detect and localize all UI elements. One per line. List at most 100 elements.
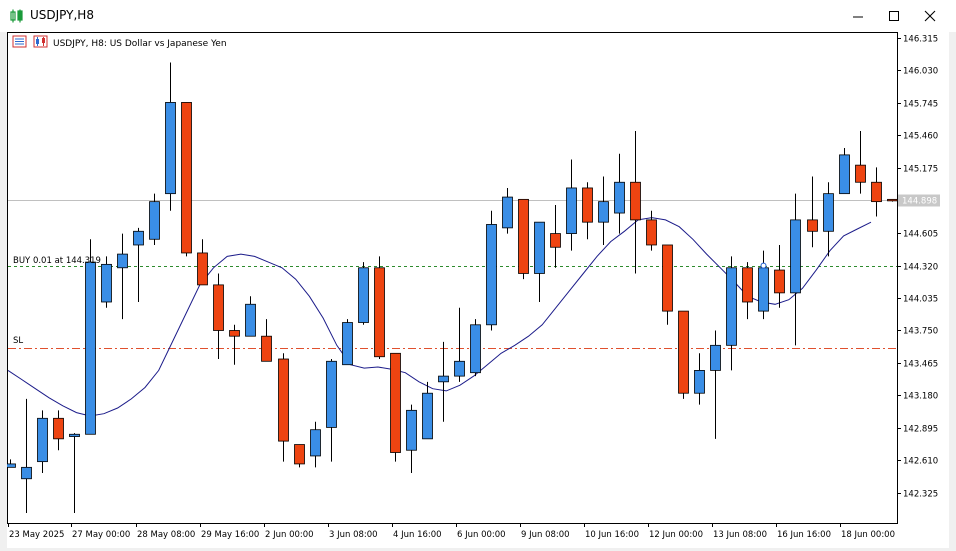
bull-candle-body: [839, 154, 850, 195]
bull-candle-body: [149, 201, 160, 240]
order-label: BUY 0.01 at 144.319: [13, 256, 101, 266]
price-tick-label: 142.610: [903, 457, 938, 467]
price-tick-label: 146.315: [903, 35, 938, 45]
bull-candle-body: [358, 267, 369, 323]
bull-candle-body: [165, 102, 176, 195]
candle[interactable]: [358, 262, 369, 325]
price-scale[interactable]: 146.315 146.030 145.745 145.460 145.175 144.6…: [897, 35, 938, 500]
chart-canvas[interactable]: 146.315 146.030 145.745 145.460 145.175 144.6…: [7, 32, 949, 548]
candle[interactable]: [294, 444, 305, 468]
bear-candle-body: [630, 181, 641, 221]
chart-type-icon: [33, 35, 48, 48]
maximize-button[interactable]: [876, 0, 912, 32]
bear-candle-body: [807, 219, 818, 232]
bull-candle-body: [406, 409, 417, 451]
chart-header-text: USDJPY, H8: US Dollar vs Japanese Yen: [53, 39, 227, 49]
price-tick-label: 144.320: [903, 263, 938, 273]
candle[interactable]: [470, 319, 481, 377]
bull-candle-body: [85, 261, 96, 435]
current-price-text: 144.898: [902, 197, 937, 207]
close-icon: [924, 10, 936, 22]
chart-area[interactable]: 146.315 146.030 145.745 145.460 145.175 144.6…: [7, 32, 949, 548]
bull-candle-body: [101, 263, 112, 303]
time-tick-label: 10 Jun 16:00: [585, 530, 639, 540]
candle[interactable]: [374, 256, 385, 360]
bull-candle-body: [598, 201, 609, 223]
bull-candle-body: [614, 181, 625, 214]
bull-candle-body: [502, 196, 513, 229]
time-tick-label: 6 Jun 00:00: [457, 530, 506, 540]
list-icon: [12, 35, 27, 48]
bear-candle-body: [229, 330, 240, 337]
sl-label: SL: [13, 336, 23, 346]
maximize-icon: [889, 11, 899, 21]
bull-candle-body: [7, 463, 16, 468]
bull-candle-body: [454, 360, 465, 377]
bear-candle-body: [646, 219, 657, 246]
price-tick-label: 144.605: [903, 230, 938, 240]
candle[interactable]: [518, 198, 529, 280]
time-tick-label: 16 Jun 16:00: [777, 530, 831, 540]
price-tick-label: 145.745: [903, 100, 938, 110]
candle[interactable]: [678, 310, 689, 399]
price-tick-label: 145.460: [903, 132, 938, 142]
bull-candle-body: [117, 253, 128, 269]
bull-candle-body: [422, 392, 433, 440]
trade-entry-marker[interactable]: [760, 262, 767, 269]
close-button[interactable]: [912, 0, 948, 32]
price-tick-label: 145.175: [903, 165, 938, 175]
candle[interactable]: [181, 102, 192, 257]
price-tick-label: 142.895: [903, 425, 938, 435]
bear-candle-body: [678, 310, 689, 394]
price-tick-label: 143.750: [903, 327, 938, 337]
bear-candle-body: [278, 358, 289, 442]
time-tick-label: 23 May 2025: [9, 530, 64, 540]
bull-candle-body: [758, 267, 769, 312]
time-tick-label: 18 Jun 00:00: [841, 530, 895, 540]
price-tick-label: 143.180: [903, 392, 938, 402]
bear-candle-body: [774, 269, 785, 294]
bull-candle-body: [133, 230, 144, 246]
minimize-button[interactable]: [840, 0, 876, 32]
time-tick-label: 3 Jun 08:00: [329, 530, 378, 540]
candle[interactable]: [85, 239, 96, 435]
bull-candle-body: [694, 370, 705, 394]
bull-candle-body: [245, 303, 256, 337]
time-scale[interactable]: 23 May 2025 27 May 00:00 28 May 08:00 29 Ma…: [8, 523, 896, 540]
bull-candle-body: [566, 187, 577, 234]
bull-candle-body: [710, 344, 721, 371]
price-tick-label: 142.325: [903, 490, 938, 500]
time-tick-label: 4 Jun 16:00: [393, 530, 442, 540]
bear-candle-body: [294, 444, 305, 465]
bear-candle-body: [662, 244, 673, 312]
price-tick-label: 144.035: [903, 295, 938, 305]
bull-candle-body: [790, 219, 801, 294]
bull-candle-body: [486, 224, 497, 326]
candle[interactable]: [390, 352, 401, 462]
time-tick-label: 9 Jun 08:00: [521, 530, 570, 540]
time-tick-label: 12 Jun 00:00: [649, 530, 703, 540]
bear-candle-body: [374, 267, 385, 358]
bear-candle-body: [53, 417, 64, 440]
bull-candle-body: [69, 433, 80, 437]
bull-candle-body: [470, 324, 481, 374]
candle[interactable]: [839, 148, 850, 195]
price-tick-label: 146.030: [903, 67, 938, 77]
bull-candle-body: [438, 375, 449, 383]
bear-candle-body: [197, 252, 208, 286]
bear-candle-body: [887, 198, 898, 202]
candle[interactable]: [101, 256, 112, 308]
bull-candle-body: [310, 429, 321, 457]
candle[interactable]: [342, 319, 353, 366]
bear-candle-body: [855, 164, 866, 183]
bear-candle-body: [550, 233, 561, 248]
bear-candle-body: [742, 267, 753, 303]
time-tick-label: 2 Jun 00:00: [265, 530, 314, 540]
bear-candle-body: [871, 181, 882, 203]
bear-candle-body: [181, 102, 192, 254]
candle[interactable]: [149, 193, 160, 245]
time-tick-label: 13 Jun 08:00: [713, 530, 767, 540]
candle[interactable]: [486, 210, 497, 331]
time-tick-label: 27 May 00:00: [72, 530, 130, 540]
time-tick-label: 29 May 16:00: [201, 530, 259, 540]
